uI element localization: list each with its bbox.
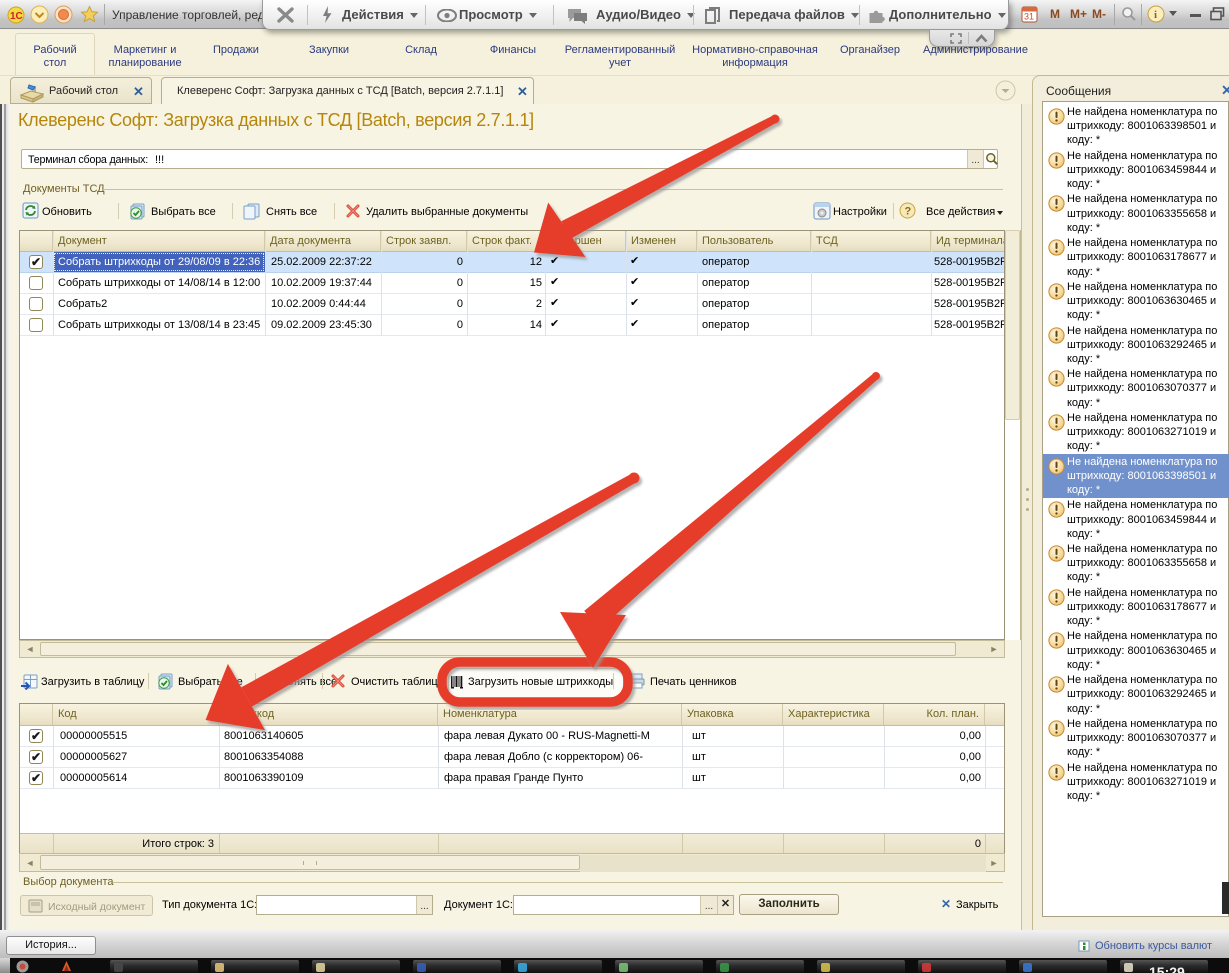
svg-text:?: ? [905, 206, 912, 218]
svg-text:31: 31 [1024, 12, 1034, 22]
svg-text:i: i [1154, 9, 1157, 21]
svg-text:1C: 1C [10, 11, 23, 22]
